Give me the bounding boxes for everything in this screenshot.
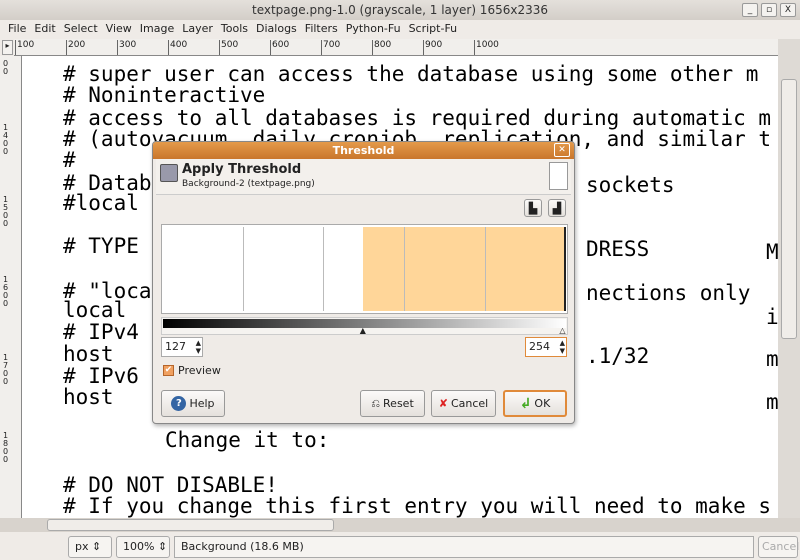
menu-filters[interactable]: Filters (301, 20, 342, 38)
menu-file[interactable]: File (4, 20, 30, 38)
threshold-range-highlight (362, 227, 565, 311)
log-histogram-button[interactable]: ▟ (548, 199, 566, 217)
ruler-label: 800 (372, 40, 391, 55)
histogram-peak (564, 227, 566, 311)
canvas-text-line: mo (766, 390, 778, 414)
quick-mask-button[interactable]: ▸ (2, 40, 13, 55)
canvas-text-line: DRESS (586, 237, 650, 261)
vertical-ruler: 00 1400 1500 1600 1700 1800 (0, 56, 22, 518)
dialog-header: Apply Threshold Background-2 (textpage.p… (156, 159, 571, 195)
ruler-label: 1600 (3, 275, 9, 308)
preview-checkbox[interactable]: ✔ Preview (163, 364, 221, 377)
ruler-label: 500 (219, 40, 238, 55)
canvas-text-line: # TYPE (63, 234, 139, 258)
ok-button[interactable]: ↲ OK (503, 390, 567, 417)
scroll-thumb[interactable] (47, 519, 334, 531)
canvas-text-line: #local (63, 191, 139, 215)
canvas-text-line: host (63, 342, 114, 366)
canvas-text-line: # If you change this first entry you wil… (63, 494, 772, 518)
minimize-button[interactable]: _ (742, 3, 758, 17)
ruler-label: 1700 (3, 353, 9, 386)
low-threshold-spinner[interactable]: 127 ▲ ▼ (161, 337, 203, 357)
help-button[interactable]: ? Help (161, 390, 225, 417)
canvas-text-line: local (63, 298, 127, 322)
low-threshold-handle[interactable]: ▲ (360, 326, 366, 335)
menu-select[interactable]: Select (60, 20, 102, 38)
canvas-text-line: sockets (586, 173, 675, 197)
reset-button[interactable]: ⎌ Reset (360, 390, 425, 417)
menu-view[interactable]: View (102, 20, 136, 38)
dialog-titlebar: Threshold (153, 142, 574, 159)
horizontal-ruler: 100 200 300 400 500 600 700 800 900 1000 (14, 39, 778, 56)
ruler-label: 1400 (3, 123, 9, 156)
menu-script-fu[interactable]: Script-Fu (405, 20, 462, 38)
threshold-icon (160, 164, 178, 182)
window-title: textpage.png-1.0 (grayscale, 1 layer) 16… (251, 3, 548, 17)
menu-python-fu[interactable]: Python-Fu (342, 20, 405, 38)
ruler-label: 600 (270, 40, 289, 55)
image-preview-thumbnail (549, 162, 568, 190)
canvas-text-line: host (63, 385, 114, 409)
checkbox-check-icon: ✔ (163, 365, 174, 376)
close-button[interactable]: X (780, 3, 796, 17)
dialog-heading: Apply Threshold (182, 162, 302, 177)
menubar: File Edit Select View Image Layer Tools Dialogs… (0, 20, 800, 38)
canvas-text-line: # (63, 148, 76, 172)
menu-layer[interactable]: Layer (178, 20, 217, 38)
ruler-label: 1500 (3, 195, 9, 228)
ruler-label: 00 (3, 59, 9, 76)
cancel-icon: ✘ (438, 397, 448, 410)
high-threshold-spinner[interactable]: 254 ▲ ▼ (525, 337, 567, 357)
canvas-text-line: .1/32 (586, 344, 650, 368)
ruler-label: 900 (423, 40, 442, 55)
canvas-text-line: nections only (586, 281, 751, 305)
ruler-label: 400 (168, 40, 187, 55)
statusbar: px ⇕ 100% ⇕ Background (18.6 MB) Cancel (0, 532, 800, 560)
high-threshold-handle[interactable]: △ (559, 326, 565, 335)
dialog-subtitle: Background-2 (textpage.png) (182, 179, 315, 189)
ruler-label: 200 (66, 40, 85, 55)
zoom-select[interactable]: 100% ⇕ (116, 536, 170, 558)
cancel-button[interactable]: ✘ Cancel (431, 390, 496, 417)
cancel-status-button[interactable]: Cancel (758, 536, 799, 558)
canvas-text-line: # IPv4 (63, 320, 139, 344)
dialog-close-icon[interactable]: ✕ (554, 143, 570, 157)
threshold-dialog: Threshold ✕ Apply Threshold Background-2… (152, 141, 575, 424)
histogram[interactable] (161, 224, 568, 314)
status-message: Background (18.6 MB) (174, 536, 754, 558)
menu-tools[interactable]: Tools (217, 20, 252, 38)
canvas-text-line: id (766, 305, 778, 329)
scroll-thumb[interactable] (781, 79, 797, 339)
unit-select[interactable]: px ⇕ (68, 536, 112, 558)
gradient-slider[interactable]: ▲ △ (161, 317, 568, 335)
canvas-text-line: # Noninteractive (63, 83, 266, 107)
window-titlebar: textpage.png-1.0 (grayscale, 1 layer) 16… (0, 0, 800, 20)
canvas-text-line: Change it to: (165, 428, 330, 452)
reset-icon: ⎌ (371, 396, 381, 410)
canvas-text-line: ME (766, 240, 778, 264)
ruler-label: 1000 (474, 40, 499, 55)
ruler-label: 100 (15, 40, 34, 55)
menu-dialogs[interactable]: Dialogs (252, 20, 301, 38)
linear-histogram-button[interactable]: ▙ (524, 199, 542, 217)
ruler-label: 300 (117, 40, 136, 55)
vertical-scrollbar[interactable] (778, 39, 800, 518)
menu-edit[interactable]: Edit (30, 20, 59, 38)
canvas-text-line: mo (766, 347, 778, 371)
help-icon: ? (171, 396, 187, 411)
ruler-label: 1800 (3, 431, 9, 464)
ok-arrow-icon: ↲ (519, 395, 532, 412)
menu-image[interactable]: Image (136, 20, 178, 38)
ruler-label: 700 (321, 40, 340, 55)
maximize-button[interactable]: ▫ (761, 3, 777, 17)
horizontal-scrollbar[interactable] (0, 518, 800, 532)
